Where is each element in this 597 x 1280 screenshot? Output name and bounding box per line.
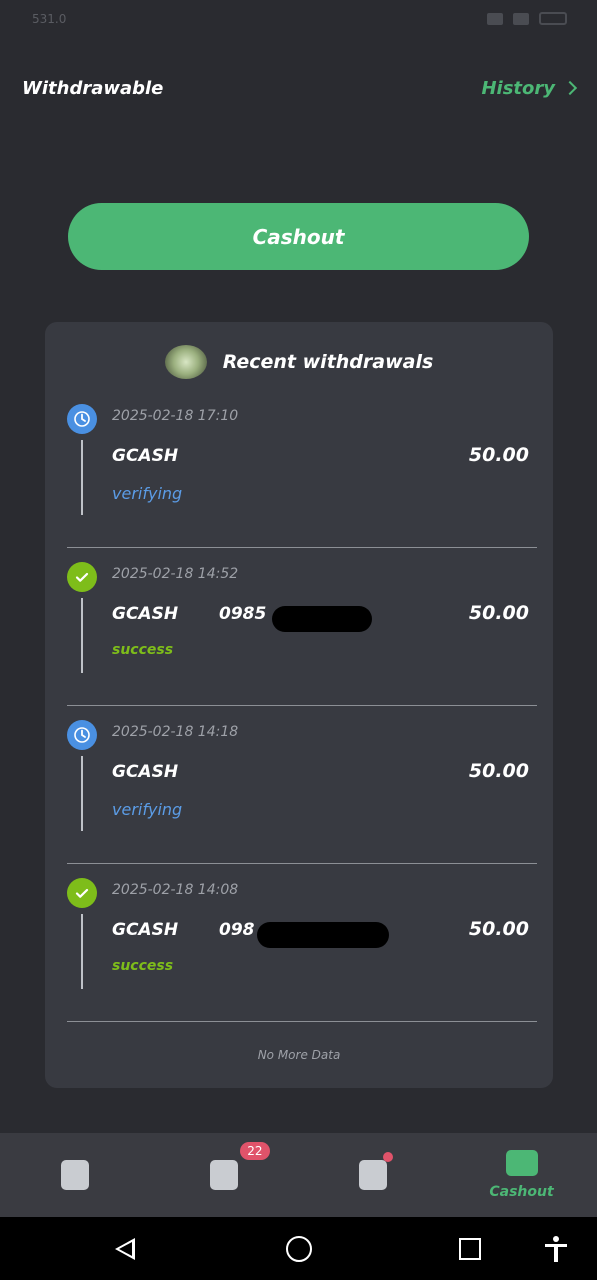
accessibility-button[interactable] — [516, 1217, 596, 1280]
tab-tasks[interactable]: 22 — [149, 1133, 298, 1217]
withdrawal-item: 2025-02-18 14:08 GCASH 098 50.00 success — [67, 864, 545, 1022]
clock-icon — [67, 720, 97, 750]
tasks-badge: 22 — [240, 1142, 270, 1160]
card-icon — [505, 1150, 538, 1176]
bottom-tab-bar: 22 Cashout — [0, 1133, 597, 1217]
wifi-icon — [513, 12, 529, 25]
money-icon — [164, 345, 207, 379]
withdrawal-status: verifying — [112, 800, 183, 819]
withdrawal-item: 2025-02-18 17:10 GCASH 50.00 verifying — [67, 390, 545, 548]
mute-icon — [487, 12, 503, 25]
withdrawal-time: 2025-02-18 14:08 — [112, 882, 239, 898]
timeline-line — [81, 914, 83, 989]
history-label: History — [481, 77, 555, 99]
withdrawal-amount: 50.00 — [468, 444, 529, 466]
withdrawal-time: 2025-02-18 14:18 — [112, 724, 239, 740]
card-title: Recent withdrawals — [222, 351, 434, 373]
page-title: Withdrawable — [22, 77, 164, 99]
withdrawal-method: GCASH — [112, 920, 179, 940]
check-icon — [67, 562, 97, 592]
withdrawal-status: success — [112, 958, 174, 974]
status-bar-text: 531.0 — [32, 12, 67, 26]
header: Withdrawable History — [22, 74, 578, 102]
clipboard-check-icon: 22 — [209, 1142, 270, 1190]
tab-messages[interactable] — [298, 1133, 447, 1217]
envelope-icon — [358, 1152, 393, 1190]
home-button[interactable] — [259, 1217, 339, 1280]
history-link[interactable]: History — [481, 77, 578, 99]
timeline-line — [81, 598, 83, 673]
chevron-right-icon — [562, 80, 578, 96]
timeline-line — [81, 756, 83, 831]
back-triangle-icon — [115, 1237, 135, 1260]
wallet-jar-icon — [60, 1160, 89, 1190]
check-icon — [67, 878, 97, 908]
cashout-button[interactable]: Cashout — [68, 203, 529, 270]
redaction-mark — [257, 922, 389, 948]
withdrawal-time: 2025-02-18 14:52 — [112, 566, 239, 582]
home-circle-icon — [286, 1235, 312, 1262]
status-bar: 531.0 — [0, 0, 597, 42]
withdrawal-method: GCASH — [112, 762, 179, 782]
status-icons — [487, 12, 567, 25]
withdrawal-account: 098 — [219, 920, 255, 940]
recents-square-icon — [459, 1237, 481, 1260]
withdrawal-account: 0985 — [219, 604, 267, 624]
withdrawal-amount: 50.00 — [468, 918, 529, 940]
no-more-data-text: No More Data — [257, 1048, 341, 1062]
recent-withdrawals-card: Recent withdrawals 2025-02-18 17:10 GCAS… — [45, 322, 553, 1088]
tab-cashout-label: Cashout — [489, 1184, 554, 1200]
tab-wallet[interactable] — [0, 1133, 149, 1217]
card-header: Recent withdrawals — [45, 344, 553, 380]
withdrawal-status: verifying — [112, 484, 183, 503]
clock-icon — [67, 404, 97, 434]
withdrawal-method: GCASH — [112, 446, 179, 466]
tab-cashout[interactable]: Cashout — [447, 1133, 596, 1217]
back-button[interactable] — [85, 1217, 165, 1280]
system-nav-bar — [0, 1217, 597, 1280]
cashout-button-label: Cashout — [252, 224, 345, 249]
notification-dot — [382, 1152, 393, 1162]
withdrawal-time: 2025-02-18 17:10 — [112, 408, 239, 424]
recents-button[interactable] — [430, 1217, 510, 1280]
withdrawal-amount: 50.00 — [468, 602, 529, 624]
withdrawal-amount: 50.00 — [468, 760, 529, 782]
withdrawal-item: 2025-02-18 14:18 GCASH 50.00 verifying — [67, 706, 545, 864]
withdrawal-method: GCASH — [112, 604, 179, 624]
redaction-mark — [272, 606, 372, 632]
battery-icon — [539, 12, 567, 25]
withdrawal-item: 2025-02-18 14:52 GCASH 0985 50.00 succes… — [67, 548, 545, 706]
withdrawal-status: success — [112, 642, 174, 658]
timeline-line — [81, 440, 83, 515]
accessibility-icon — [545, 1235, 567, 1262]
divider — [67, 1021, 537, 1022]
